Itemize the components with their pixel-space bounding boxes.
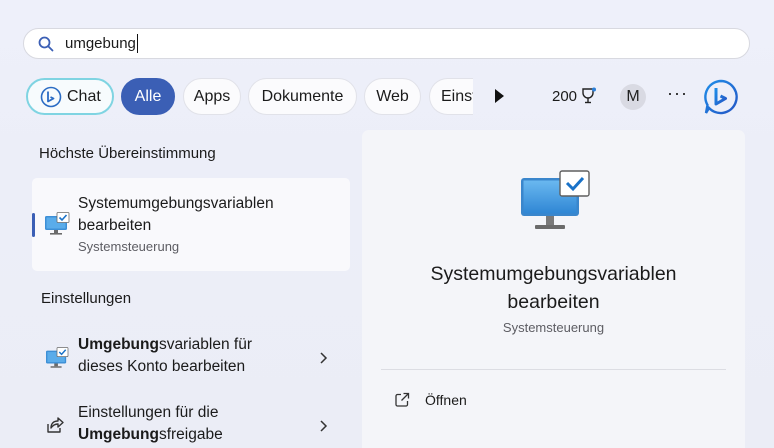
settings-result-account-env[interactable]: Umgebungsvariablen für dieses Konto bear… [32,334,350,386]
settings-result-label: Einstellungen für die Umgebungsfreigabe [78,402,308,446]
label-line1: Einstellungen für die [78,404,219,421]
divider [381,369,726,370]
best-match-title-line2: bearbeiten [78,217,152,234]
rewards-points[interactable]: 200 [552,87,597,105]
rewards-points-value: 200 [552,87,578,105]
chat-label: Chat [67,87,101,105]
filter-documents[interactable]: Dokumente [248,78,357,115]
monitor-check-icon [520,170,590,239]
chevron-right-icon[interactable] [318,419,328,433]
bing-icon[interactable] [702,78,740,116]
label-rest: sfreigabe [158,426,223,443]
best-match-title-line1: Systemumgebungsvariablen [78,195,274,212]
best-match-result[interactable]: Systemumgebungsvariablen bearbeiten Syst… [32,178,350,271]
settings-heading: Einstellungen [41,290,132,307]
open-external-icon [395,392,410,407]
detail-title: Systemumgebungsvariablen bearbeiten [362,260,745,316]
label-rest: svariablen für [158,336,252,353]
detail-subtitle: Systemsteuerung [502,320,605,335]
search-query: umgebung [65,35,136,52]
detail-title-line1: Systemumgebungsvariablen [430,263,677,285]
best-match-title: Systemumgebungsvariablen bearbeiten [78,193,318,237]
search-icon [37,35,55,53]
filter-bar: Chat Alle Apps Dokumente Web Einst 200 M… [26,78,774,115]
search-input[interactable]: umgebung [23,28,750,59]
more-options-button[interactable]: ··· [667,83,688,104]
label-line2: dieses Konto bearbeiten [78,358,246,375]
share-icon [45,415,65,440]
filter-settings[interactable]: Einst [429,78,473,115]
open-action-label: Öffnen [425,392,467,408]
match-highlight: Umgebung [78,426,159,443]
avatar[interactable]: M [620,84,646,110]
bing-chat-icon [40,86,62,108]
best-match-subtitle: Systemsteuerung [78,239,180,254]
settings-result-env-sharing[interactable]: Einstellungen für die Umgebungsfreigabe [32,402,350,448]
selection-indicator [32,213,35,237]
monitor-check-icon [45,347,69,374]
filter-apps[interactable]: Apps [183,78,241,115]
filter-all[interactable]: Alle [121,78,175,115]
open-action[interactable]: Öffnen [394,392,467,408]
scroll-right-icon[interactable] [495,89,504,103]
filter-web[interactable]: Web [364,78,421,115]
detail-title-line2: bearbeiten [507,291,600,313]
monitor-check-icon [44,212,70,241]
chevron-right-icon[interactable] [318,351,328,365]
text-caret [136,34,138,53]
chat-button[interactable]: Chat [26,78,114,115]
best-match-heading: Höchste Übereinstimmung [39,145,216,162]
rewards-trophy-icon [582,87,597,104]
settings-result-label: Umgebungsvariablen für dieses Konto bear… [78,334,308,378]
match-highlight: Umgebung [78,336,159,353]
detail-panel: Systemumgebungsvariablen bearbeiten Syst… [362,130,745,448]
